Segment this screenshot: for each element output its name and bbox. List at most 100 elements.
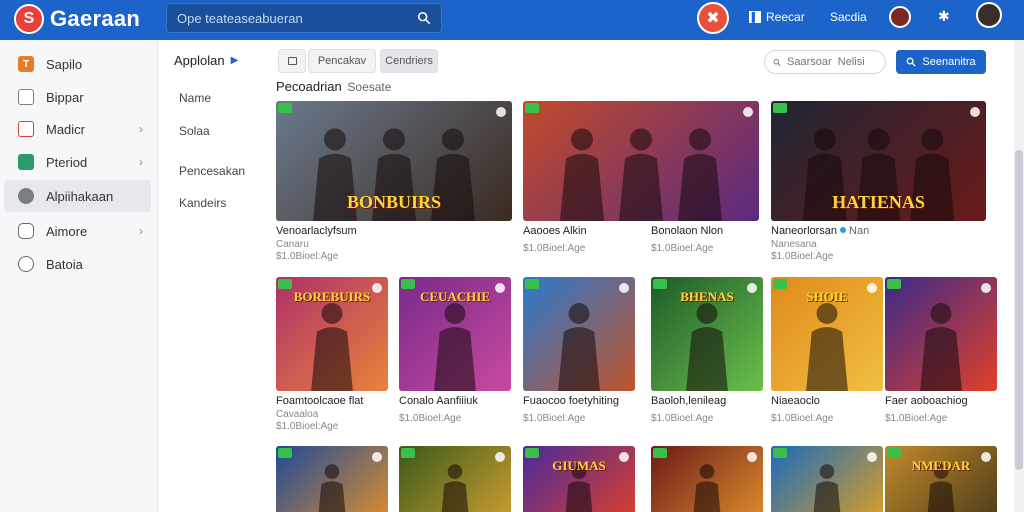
info-icon[interactable] — [981, 283, 991, 293]
top-bar: S Gaeraan ✖ ▌ Reecar Sacdia ✱ — [0, 0, 1024, 40]
sidebar-item-label: Madicr — [46, 121, 86, 137]
gamepad-icon — [18, 223, 34, 239]
category-item-0[interactable]: Name — [179, 91, 211, 105]
game-thumbnail[interactable]: BOREBUIRS — [276, 277, 388, 391]
settings-icon[interactable]: ✱ — [938, 8, 950, 25]
tab-cendriers[interactable]: Cendriers — [380, 49, 438, 73]
info-icon[interactable] — [970, 107, 980, 117]
game-thumbnail[interactable]: BONBUIRS — [276, 101, 512, 221]
sidebar-item-label: Alpiihakaan — [46, 188, 114, 204]
primary-search-button[interactable]: Seenanitra — [896, 50, 986, 74]
info-icon[interactable] — [743, 107, 753, 117]
info-icon[interactable] — [747, 452, 757, 462]
game-price: $1.0Bioel:Age — [523, 413, 586, 424]
game-thumbnail[interactable]: CEUACHIE — [399, 277, 511, 391]
primary-button-label: Seenanitra — [922, 56, 976, 68]
game-logo-text: SHOIE — [806, 289, 848, 304]
category-panel: Applolan ▶ Name Solaa Pencesakan Kandeir… — [160, 40, 268, 512]
character-art — [920, 303, 962, 391]
game-title[interactable]: Baoloh,lenileag — [651, 395, 726, 407]
game-thumbnail[interactable] — [276, 446, 388, 512]
info-icon[interactable] — [495, 452, 505, 462]
tag-icon — [401, 448, 415, 458]
logo-text: Gaeraan — [50, 6, 141, 31]
sidebar-item-label: Batoia — [46, 256, 83, 272]
game-thumbnail[interactable] — [523, 277, 635, 391]
game-title[interactable]: Aaooes Alkin — [523, 225, 587, 237]
info-icon[interactable] — [867, 452, 877, 462]
section-title: Pecoadrian Soesate — [276, 79, 391, 94]
main-content: Pencakav Cendriers Seenanitra Pecoadrian… — [270, 40, 1010, 512]
game-thumbnail[interactable] — [651, 446, 763, 512]
global-search[interactable] — [166, 3, 442, 33]
game-thumbnail[interactable] — [523, 101, 759, 221]
sidebar-item-1[interactable]: Bippar — [4, 81, 151, 113]
game-title[interactable]: Naneorlorsan Nan — [771, 225, 869, 237]
game-title[interactable]: Bonolaon Nlon — [651, 225, 723, 237]
game-thumbnail[interactable]: NMEDAR — [885, 446, 997, 512]
sidebar-item-label: Sapilo — [46, 56, 83, 72]
global-search-input[interactable] — [177, 10, 417, 26]
chevron-right-icon: › — [139, 224, 143, 238]
game-title[interactable]: Foamtoolcaoe flat — [276, 395, 363, 407]
media-icon — [18, 121, 34, 137]
info-icon[interactable] — [372, 452, 382, 462]
tag-icon — [887, 448, 901, 458]
game-title-text: Venoarlaclyfsum — [276, 225, 357, 237]
tag-icon — [525, 279, 539, 289]
tag-icon — [653, 448, 667, 458]
category-item-2[interactable]: Pencesakan — [179, 164, 245, 178]
scrollbar[interactable] — [1014, 40, 1024, 512]
sidebar-item-6[interactable]: Batoia — [4, 248, 151, 280]
game-publisher: Nanesana — [771, 239, 817, 250]
sidebar-item-label: Aimore — [46, 223, 88, 239]
info-icon[interactable] — [619, 283, 629, 293]
sidebar-item-0[interactable]: T Sapilo — [4, 48, 151, 80]
game-title[interactable]: Niaeaoclo — [771, 395, 820, 407]
grid-view-button[interactable] — [278, 49, 306, 73]
chevron-right-icon: › — [139, 155, 143, 169]
game-thumbnail[interactable] — [771, 446, 883, 512]
game-thumbnail[interactable]: GIUMAS — [523, 446, 635, 512]
header-link-1[interactable]: Sacdia — [830, 10, 867, 24]
grid-icon — [18, 89, 34, 105]
category-item-1[interactable]: Solaa — [179, 124, 210, 138]
scroll-thumb[interactable] — [1015, 150, 1023, 470]
game-thumbnail[interactable] — [885, 277, 997, 391]
tag-icon — [773, 103, 787, 113]
game-title[interactable]: Venoarlaclyfsum — [276, 225, 357, 237]
sidebar-item-4[interactable]: Alpiihakaan — [4, 180, 151, 212]
game-title[interactable]: Conalo Aanfiiiuk — [399, 395, 478, 407]
no-entry-icon[interactable]: ✖ — [697, 2, 729, 34]
game-price: $1.0Bioel:Age — [771, 251, 834, 262]
verified-label: Nan — [849, 225, 870, 237]
game-price: $1.0Bioel:Age — [276, 251, 339, 262]
content-search[interactable] — [764, 50, 886, 74]
category-item-3[interactable]: Kandeirs — [179, 196, 226, 210]
game-thumbnail[interactable] — [399, 446, 511, 512]
game-title[interactable]: Faer aoboachiog — [885, 395, 968, 407]
sidebar-item-2[interactable]: Madicr › — [4, 113, 151, 145]
info-icon[interactable] — [496, 107, 506, 117]
game-thumbnail[interactable]: BHENAS — [651, 277, 763, 391]
profile-avatar-small[interactable] — [889, 6, 911, 28]
app-logo[interactable]: S Gaeraan — [14, 4, 140, 34]
content-search-input[interactable] — [787, 56, 877, 68]
game-thumbnail[interactable]: SHOIE — [771, 277, 883, 391]
game-thumbnail[interactable]: HATIENAS — [771, 101, 986, 221]
character-art — [558, 303, 600, 391]
search-icon — [773, 58, 781, 66]
game-title[interactable]: Fuaocoo foetyhiting — [523, 395, 619, 407]
game-logo-text: HATIENAS — [832, 192, 925, 212]
tag-icon — [653, 279, 667, 289]
tab-pencakav[interactable]: Pencakav — [308, 49, 376, 73]
user-avatar[interactable] — [976, 2, 1002, 28]
game-publisher: Cavaaloa — [276, 409, 319, 420]
category-title[interactable]: Applolan ▶ — [174, 53, 238, 68]
sidebar-item-5[interactable]: Aimore › — [4, 215, 151, 247]
game-title-text: Aaooes Alkin — [523, 225, 587, 237]
sidebar-item-3[interactable]: Pteriod › — [4, 146, 151, 178]
game-logo-text: GIUMAS — [552, 458, 606, 473]
search-icon[interactable] — [417, 11, 431, 25]
header-link-0[interactable]: ▌ Reecar — [749, 10, 805, 24]
